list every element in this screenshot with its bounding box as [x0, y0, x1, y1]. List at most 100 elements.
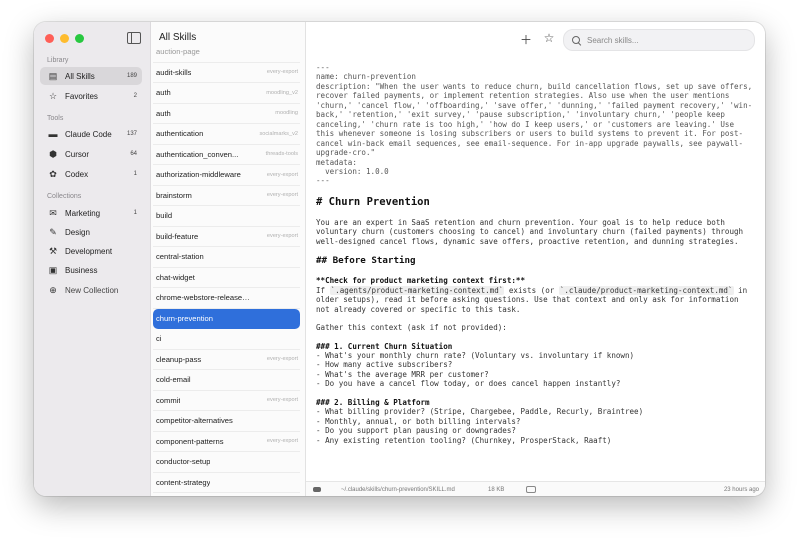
sidebar-item-development[interactable]: ⚒ Development — [40, 242, 142, 260]
cube-icon: ⬢ — [49, 148, 57, 159]
skill-source-tag: every-export — [266, 233, 298, 240]
skill-list-item[interactable]: cold-email — [153, 370, 300, 391]
frontmatter-line: metadata: — [316, 157, 357, 167]
frontmatter-line: version: 1.0.0 — [316, 166, 389, 176]
search-field[interactable]: Search skills... — [563, 29, 755, 51]
doc-check-pre: If — [316, 285, 330, 295]
sidebar-item-count: 1 — [133, 210, 137, 216]
skill-source-tag: every-export — [266, 356, 298, 363]
skill-source-tag: every-export — [266, 438, 298, 445]
frontmatter-line: name: churn-prevention — [316, 72, 416, 82]
doc-context-paragraph: **Check for product marketing context fi… — [316, 276, 756, 314]
sidebar-item-count: 189 — [126, 73, 137, 79]
skill-list-item[interactable]: auth moodling — [153, 104, 300, 124]
skill-source-tag: every-export — [266, 192, 298, 199]
skill-name: ci — [156, 334, 162, 344]
skill-list-rows: auction-page audit-skills every-export auth… — [151, 42, 305, 496]
sidebar-item-claude-code[interactable]: ▬ Claude Code 137 — [40, 125, 142, 143]
megaphone-icon: ✉ — [49, 207, 57, 218]
skill-list-item[interactable]: central-station — [153, 247, 300, 268]
window-controls — [45, 34, 84, 43]
skill-list-item[interactable]: build-feature every-export — [153, 227, 300, 247]
search-placeholder[interactable]: Search skills... — [587, 36, 639, 45]
skill-source-tag: threads-tools — [265, 151, 298, 158]
sidebar-item-all-skills[interactable]: ▤ All Skills 189 — [40, 67, 142, 85]
skill-list-item[interactable]: build — [153, 206, 300, 227]
skill-source-tag: every-export — [266, 69, 298, 76]
skill-list-item[interactable]: chrome-webstore-release-blueprint — [153, 288, 300, 309]
close-window-button[interactable] — [45, 34, 54, 43]
skill-name: authorization-middleware — [156, 170, 241, 180]
skill-list-item[interactable]: churn-prevention — [153, 308, 300, 329]
sidebar-item-design[interactable]: ✎ Design — [40, 223, 142, 241]
doc-list-item: - What's your monthly churn rate? (Volun… — [316, 350, 635, 360]
new-collection-label: New Collection — [65, 285, 119, 295]
skill-source-tag: every-export — [266, 397, 298, 404]
skill-list-item[interactable]: cleanup-pass every-export — [153, 350, 300, 370]
doc-check-mid: exists (or — [504, 285, 559, 295]
file-path[interactable]: ~/.claude/skills/churn-prevention/SKILL.… — [341, 487, 455, 493]
doc-list-item: - Do you have a cancel flow today, or do… — [316, 379, 621, 389]
skill-list-item[interactable]: conductor-setup — [153, 452, 300, 473]
sidebar-item-label: Favorites — [65, 91, 98, 101]
doc-heading-billing-platform: ### 2. Billing & Platform — [316, 397, 430, 407]
star-icon: ☆ — [48, 90, 58, 101]
skill-document: --- name: churn-prevention description: "W… — [316, 63, 756, 481]
frontmatter-line: description: "When the user wants to red… — [316, 81, 753, 158]
skill-source-tag: moodling — [275, 110, 298, 117]
detail-pane: ＋ ☆ 🗀 Search skills... ---name: churn-pr… — [306, 22, 765, 496]
skill-list-item[interactable]: authentication_conven... threads-tools — [153, 145, 300, 165]
sidebar-item-label: Claude Code — [65, 129, 112, 139]
plus-icon[interactable]: ＋ — [518, 31, 534, 48]
skill-name: auction-page — [156, 47, 200, 57]
skill-list-item[interactable]: brainstorm every-export — [153, 186, 300, 206]
skill-list-item[interactable]: chat-widget — [153, 268, 300, 288]
skill-list-item[interactable]: commit every-export — [153, 391, 300, 411]
sidebar-item-business[interactable]: ▣ Business — [40, 261, 142, 279]
frontmatter-line: --- — [316, 176, 330, 186]
skill-list-item[interactable]: competitor-alternatives — [153, 411, 300, 432]
star-icon[interactable]: ☆ — [541, 31, 557, 45]
skill-list: auction-page audit-skills every-export auth… — [151, 22, 306, 496]
sidebar-item-count: 64 — [130, 151, 137, 157]
doc-list-item: - How many active subscribers? — [316, 360, 453, 370]
skill-name: churn-prevention — [156, 313, 213, 323]
skill-list-item[interactable]: auth moodling_v2 — [153, 83, 300, 104]
toolbar: ＋ ☆ 🗀 Search skills... — [306, 22, 765, 58]
skill-list-item[interactable]: content-strategy — [153, 473, 300, 493]
file-size: 18 KB — [488, 486, 505, 493]
sidebar-item-favorites[interactable]: ☆ Favorites 2 — [40, 87, 142, 105]
doc-list-item: - Any existing retention tooling? (Churn… — [316, 435, 612, 445]
sidebar-item-label: Marketing — [65, 208, 101, 218]
skill-list-item[interactable]: component-patterns every-export — [153, 432, 300, 452]
app-window: Library ▤ All Skills 189 ☆ Favorites 2 T… — [34, 22, 765, 496]
skill-name: auth — [156, 108, 171, 118]
skill-list-item[interactable]: conventionssocialmarks_v2 — [153, 493, 300, 496]
skill-source-tag: socialmarks_v2 — [259, 130, 298, 137]
skill-list-item[interactable]: ci — [153, 329, 300, 350]
skill-name: chrome-webstore-release-blueprint — [156, 293, 252, 303]
skill-name: content-strategy — [156, 477, 211, 487]
sidebar-item-marketing[interactable]: ✉ Marketing 1 — [40, 204, 142, 222]
new-collection-button[interactable]: ⊕ New Collection — [40, 281, 142, 299]
minimize-window-button[interactable] — [60, 34, 69, 43]
status-bar: ~/.claude/skills/churn-prevention/SKILL.… — [306, 481, 765, 496]
skill-name: central-station — [156, 252, 204, 262]
doc-list-item: - Monthly, annual, or both billing inter… — [316, 416, 521, 426]
skill-name: brainstorm — [156, 190, 192, 200]
sidebar-toggle-icon[interactable] — [127, 32, 141, 44]
skill-list-item[interactable]: audit-skills every-export — [153, 63, 300, 83]
brush-icon: ✎ — [49, 226, 57, 237]
sidebar-item-cursor[interactable]: ⬢ Cursor 64 — [40, 145, 142, 163]
sidebar-item-count: 2 — [133, 93, 137, 99]
skill-list-item[interactable]: authorization-middleware every-export — [153, 165, 300, 186]
doc-code-claude-path: `.claude/product-marketing-context.md` — [558, 285, 734, 295]
doc-list-item: - What billing provider? (Stripe, Charge… — [316, 407, 644, 417]
skill-list-item[interactable]: auction-page — [153, 42, 300, 63]
sidebar-item-codex[interactable]: ✿ Codex 1 — [40, 165, 142, 183]
zoom-window-button[interactable] — [75, 34, 84, 43]
disk-icon — [526, 486, 536, 493]
frontmatter-line: --- — [316, 63, 330, 72]
skill-list-item[interactable]: authentication socialmarks_v2 — [153, 124, 300, 145]
doc-list-billing-platform: - What billing provider? (Stripe, Charge… — [316, 407, 756, 445]
